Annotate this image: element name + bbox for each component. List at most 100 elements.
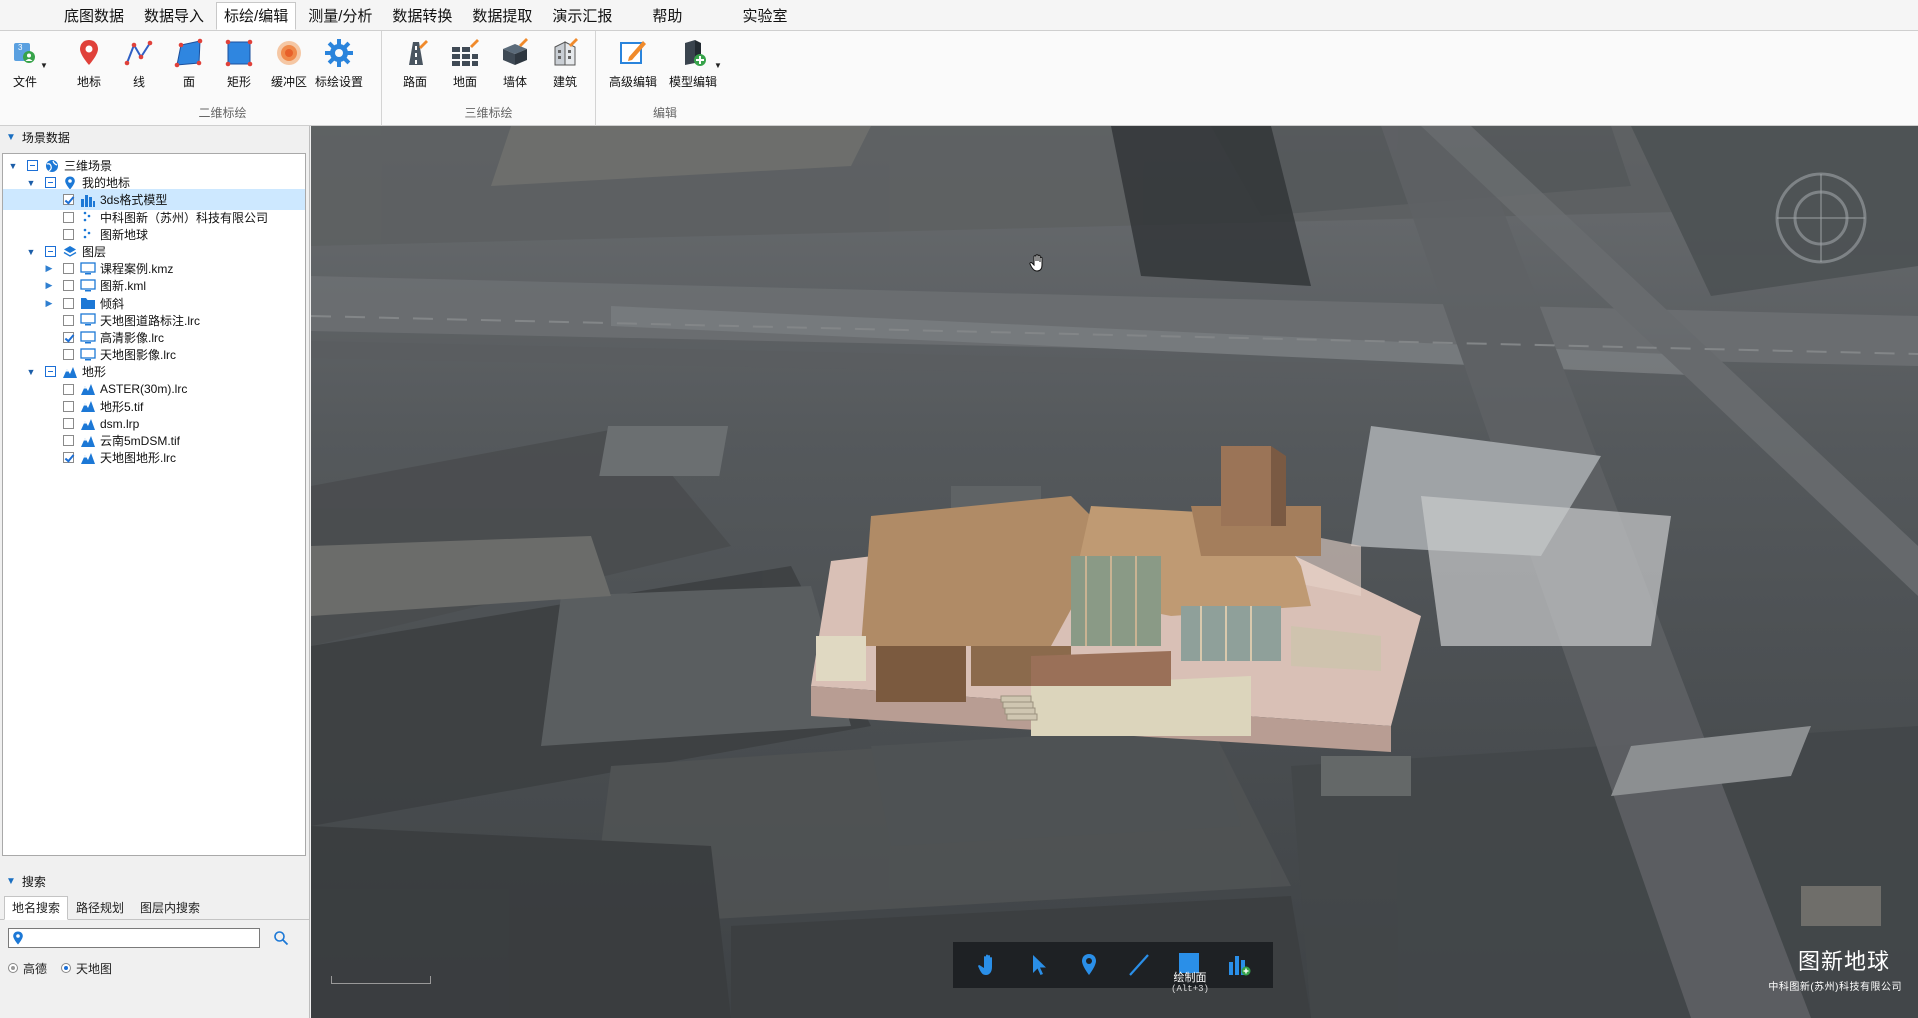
menu-tab-8[interactable]: 实验室 (734, 2, 795, 30)
provider-amap-radio[interactable] (8, 963, 18, 973)
expanded-triangle-icon[interactable]: ▼ (25, 246, 37, 258)
terrain-icon (80, 398, 96, 414)
polygon-button[interactable]: 面 (166, 33, 212, 93)
model-tool-button[interactable] (1221, 947, 1257, 983)
menu-tab-7[interactable]: 帮助 (644, 2, 690, 30)
rectangle-button[interactable]: 矩形 (216, 33, 262, 93)
file-icon: 3 (14, 43, 35, 63)
navigation-compass-icon[interactable] (1771, 168, 1871, 268)
tree-node[interactable]: 天地图地形.lrc (3, 447, 305, 468)
advanced-edit-button[interactable]: 高级编辑 (608, 33, 658, 93)
tab-route-planning[interactable]: 路径规划 (68, 896, 132, 919)
wall-button-label: 墙体 (502, 75, 527, 89)
tree-node-checkbox[interactable] (63, 349, 74, 361)
tree-node-checkbox[interactable] (27, 160, 38, 171)
file-badge: 3 (18, 43, 23, 52)
tab-place-search[interactable]: 地名搜索 (4, 896, 69, 920)
search-icon[interactable] (273, 930, 289, 946)
menu-tab-3[interactable]: 测量/分析 (300, 2, 380, 30)
monitor-icon (80, 278, 96, 294)
menu-tab-4[interactable]: 数据转换 (384, 2, 460, 30)
ground-icon (452, 39, 479, 66)
folder-icon (80, 295, 96, 311)
collapse-triangle-icon[interactable]: ▼ (6, 132, 16, 143)
tree-node-checkbox[interactable] (45, 366, 56, 378)
terrain-icon (62, 364, 78, 380)
tree-node-checkbox[interactable] (63, 194, 74, 206)
model-edit-button[interactable]: 模型编辑 (668, 33, 718, 93)
search-header[interactable]: ▼ 搜索 (0, 870, 309, 892)
select-tool-button[interactable] (1021, 947, 1057, 983)
buffer-button[interactable]: 缓冲区 (266, 33, 312, 93)
line-tool-button[interactable] (1121, 947, 1157, 983)
tree-node-checkbox[interactable] (63, 332, 74, 343)
tree-node-checkbox[interactable] (63, 280, 74, 292)
ribbon-group-edit: 高级编辑 模型编辑 ▼ 编辑 (596, 31, 734, 127)
ground-button-label: 地面 (452, 75, 477, 89)
expanded-triangle-icon[interactable]: ▼ (7, 160, 19, 172)
model-icon (80, 192, 96, 208)
collapsed-triangle-icon[interactable]: ▶ (43, 297, 55, 309)
provider-tianditu-radio[interactable] (61, 963, 72, 973)
collapsed-triangle-icon[interactable]: ▶ (43, 263, 55, 275)
polygon-tool-button[interactable]: 绘制面 (Alt+3) (1171, 947, 1209, 994)
map-viewport[interactable]: 绘制面 (Alt+3) 图新地球 中科图新(苏州)科技有限公司 (311, 126, 1918, 1018)
tree-node-checkbox[interactable] (45, 246, 56, 257)
tree-node-checkbox[interactable] (63, 211, 74, 223)
expanded-triangle-icon[interactable]: ▼ (25, 366, 37, 378)
model-edit-dropdown-icon[interactable]: ▼ (714, 61, 722, 70)
placemark-button[interactable]: 地标 (66, 33, 112, 93)
scene-data-header[interactable]: ▼ 场景数据 (0, 126, 309, 148)
model-edit-icon (685, 40, 706, 66)
search-input[interactable] (8, 928, 260, 948)
tree-node-checkbox[interactable] (63, 435, 74, 447)
road-button-label: 路面 (402, 75, 427, 89)
monitor-icon (80, 312, 96, 328)
tree-node-checkbox[interactable] (63, 418, 74, 429)
plot-settings-button[interactable]: 标绘设置 (315, 33, 363, 93)
line-button[interactable]: 线 (116, 33, 162, 93)
collapsed-triangle-icon[interactable]: ▶ (43, 280, 55, 292)
polygon-draw-icon (174, 38, 203, 68)
tree-node-checkbox[interactable] (45, 177, 56, 189)
menu-tab-2[interactable]: 标绘/编辑 (216, 2, 297, 30)
menu-tab-5[interactable]: 数据提取 (464, 2, 540, 30)
building-button[interactable]: 建筑 (542, 33, 588, 93)
road-button[interactable]: 路面 (392, 33, 438, 93)
monitor-icon (80, 261, 96, 277)
tree-node-checkbox[interactable] (63, 228, 74, 240)
menu-tab-0[interactable]: 底图数据 (56, 2, 132, 30)
polygon-tool-shortcut: (Alt+3) (1171, 984, 1209, 994)
rectangle-button-label: 矩形 (226, 75, 251, 89)
ribbon-group-title: 三维标绘 (464, 106, 513, 120)
line-icon (1129, 954, 1149, 976)
pan-tool-button[interactable] (971, 947, 1007, 983)
dots-icon (80, 226, 96, 242)
building-shadow (1421, 496, 1671, 646)
tree-node-checkbox[interactable] (63, 263, 74, 275)
tree-node-checkbox[interactable] (63, 297, 74, 309)
tree-node-checkbox[interactable] (63, 314, 74, 326)
tree-node-checkbox[interactable] (63, 400, 74, 412)
placemark-tool-button[interactable] (1071, 947, 1107, 983)
tab-layer-search[interactable]: 图层内搜索 (132, 896, 208, 919)
menu-bar: 底图数据 数据导入 标绘/编辑 测量/分析 数据转换 数据提取 演示汇报 帮助 实验室 (0, 0, 1918, 30)
file-dropdown-icon[interactable]: ▼ (40, 61, 48, 70)
ground-button[interactable]: 地面 (442, 33, 488, 93)
scene-tree: ▼ 三维场景 ▼ 我的地标 3ds格式模型 中科图新（苏州）科技有限公司 图新地球 ▼ 图层 ▶ 课… (2, 153, 306, 856)
tree-node-checkbox[interactable] (63, 383, 74, 395)
hand-cursor-icon (1029, 254, 1043, 272)
menu-tab-6[interactable]: 演示汇报 (544, 2, 620, 30)
tree-node-checkbox[interactable] (63, 452, 74, 464)
expanded-triangle-icon[interactable]: ▼ (25, 177, 37, 189)
menu-tab-1[interactable]: 数据导入 (136, 2, 212, 30)
wall-button[interactable]: 墙体 (492, 33, 538, 93)
collapse-triangle-icon[interactable]: ▼ (6, 876, 16, 887)
